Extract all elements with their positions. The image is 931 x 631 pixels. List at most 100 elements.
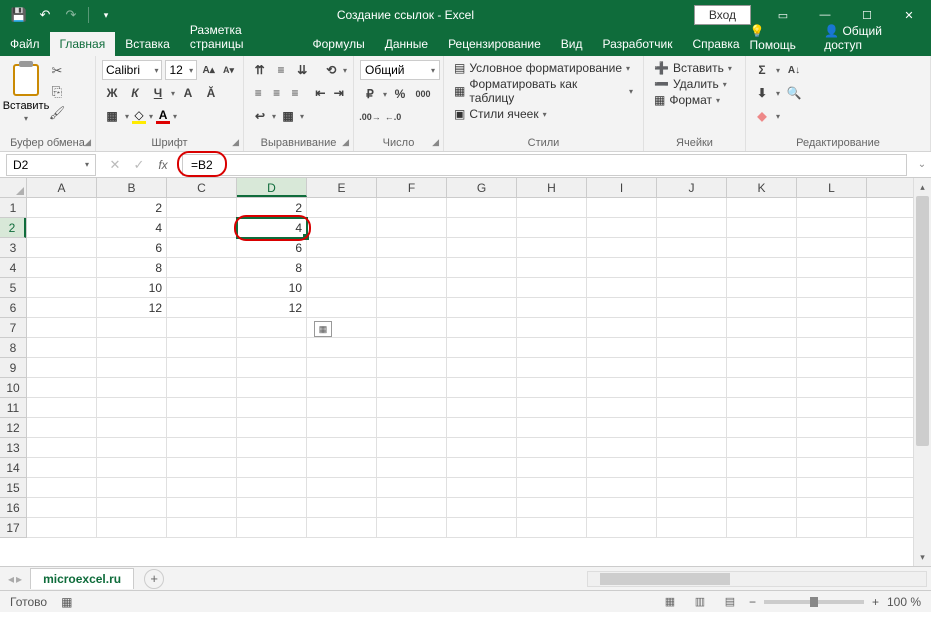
font-style-a2[interactable]: Ă	[201, 83, 221, 103]
cell[interactable]	[517, 218, 587, 237]
cell[interactable]	[447, 438, 517, 457]
login-button[interactable]: Вход	[694, 5, 751, 25]
cell[interactable]	[517, 338, 587, 357]
row-header[interactable]: 15	[0, 478, 26, 498]
cell[interactable]	[237, 418, 307, 437]
cell[interactable]: 10	[237, 278, 307, 297]
cell[interactable]	[587, 218, 657, 237]
row-header[interactable]: 1	[0, 198, 26, 218]
cell[interactable]	[167, 518, 237, 537]
cell[interactable]	[447, 338, 517, 357]
cell[interactable]	[27, 218, 97, 237]
cell[interactable]	[307, 418, 377, 437]
cell[interactable]	[447, 218, 517, 237]
cell[interactable]	[97, 478, 167, 497]
cell[interactable]	[727, 278, 797, 297]
sort-filter-icon[interactable]: A↓	[784, 60, 804, 80]
cell[interactable]	[447, 378, 517, 397]
cell[interactable]	[237, 338, 307, 357]
cell[interactable]	[307, 458, 377, 477]
cell[interactable]	[97, 318, 167, 337]
cell[interactable]	[727, 418, 797, 437]
cell[interactable]	[587, 298, 657, 317]
cell[interactable]	[517, 378, 587, 397]
add-sheet-button[interactable]: +	[144, 569, 164, 589]
fill-color-icon[interactable]: ◇	[132, 108, 146, 124]
cell[interactable]	[377, 438, 447, 457]
cell[interactable]	[237, 438, 307, 457]
col-header[interactable]: G	[447, 178, 517, 197]
cell[interactable]	[447, 458, 517, 477]
cell[interactable]	[797, 218, 867, 237]
undo-icon[interactable]: ↶	[34, 4, 56, 26]
cell[interactable]	[237, 398, 307, 417]
cell[interactable]	[797, 358, 867, 377]
cell[interactable]	[657, 218, 727, 237]
align-left-icon[interactable]: ≡	[250, 83, 266, 103]
cell[interactable]	[797, 478, 867, 497]
sheet-tab[interactable]: microexcel.ru	[30, 568, 134, 589]
font-name-select[interactable]: Calibri▾	[102, 60, 162, 80]
cell[interactable]	[657, 238, 727, 257]
tab-review[interactable]: Рецензирование	[438, 32, 551, 56]
formula-input[interactable]: =B2	[182, 154, 907, 176]
cell[interactable]	[307, 358, 377, 377]
share-button[interactable]: 👤 Общий доступ	[824, 24, 917, 52]
col-header[interactable]: A	[27, 178, 97, 197]
tab-file[interactable]: Файл	[0, 32, 50, 56]
cell[interactable]	[797, 338, 867, 357]
cell[interactable]	[657, 498, 727, 517]
cell[interactable]	[517, 258, 587, 277]
tab-developer[interactable]: Разработчик	[592, 32, 682, 56]
align-right-icon[interactable]: ≡	[287, 83, 303, 103]
cell[interactable]	[377, 458, 447, 477]
zoom-slider[interactable]	[764, 600, 864, 604]
format-table-button[interactable]: ▦Форматировать как таблицу▾	[450, 76, 637, 106]
cell[interactable]	[727, 318, 797, 337]
cell[interactable]	[27, 238, 97, 257]
cell[interactable]	[657, 338, 727, 357]
cell[interactable]	[727, 498, 797, 517]
macro-record-icon[interactable]: ▦	[61, 595, 72, 609]
cell[interactable]	[447, 518, 517, 537]
row-header[interactable]: 17	[0, 518, 26, 538]
cell[interactable]	[377, 398, 447, 417]
expand-fbar-icon[interactable]: ⌄	[913, 159, 931, 170]
cell[interactable]	[517, 398, 587, 417]
fx-icon[interactable]: fx	[154, 156, 172, 174]
cell[interactable]	[517, 318, 587, 337]
cell[interactable]	[727, 438, 797, 457]
cell[interactable]	[517, 498, 587, 517]
wrap-text-icon[interactable]: ↩	[250, 106, 270, 126]
cell[interactable]	[97, 378, 167, 397]
cell[interactable]	[307, 298, 377, 317]
cell[interactable]	[167, 438, 237, 457]
col-header[interactable]: C	[167, 178, 237, 197]
cell[interactable]	[97, 438, 167, 457]
cell[interactable]	[587, 278, 657, 297]
col-header[interactable]: B	[97, 178, 167, 197]
tab-view[interactable]: Вид	[551, 32, 593, 56]
cell[interactable]	[517, 278, 587, 297]
align-middle-icon[interactable]: ≡	[271, 60, 290, 80]
cell[interactable]	[727, 258, 797, 277]
cell[interactable]	[587, 378, 657, 397]
cell[interactable]	[657, 378, 727, 397]
merge-icon[interactable]: ▦	[278, 106, 298, 126]
cell[interactable]	[167, 418, 237, 437]
cell[interactable]	[27, 298, 97, 317]
cell[interactable]	[27, 438, 97, 457]
row-header[interactable]: 7	[0, 318, 26, 338]
cell[interactable]	[377, 478, 447, 497]
cell[interactable]	[727, 298, 797, 317]
conditional-format-button[interactable]: ▤Условное форматирование▾	[450, 60, 637, 76]
cut-icon[interactable]: ✂	[48, 62, 66, 80]
grow-font-icon[interactable]: A▴	[200, 60, 217, 80]
number-format-select[interactable]: Общий▾	[360, 60, 440, 80]
cell[interactable]	[167, 378, 237, 397]
cell[interactable]	[587, 418, 657, 437]
cell[interactable]	[447, 418, 517, 437]
cell[interactable]	[517, 438, 587, 457]
cell[interactable]	[727, 238, 797, 257]
cell[interactable]	[27, 458, 97, 477]
